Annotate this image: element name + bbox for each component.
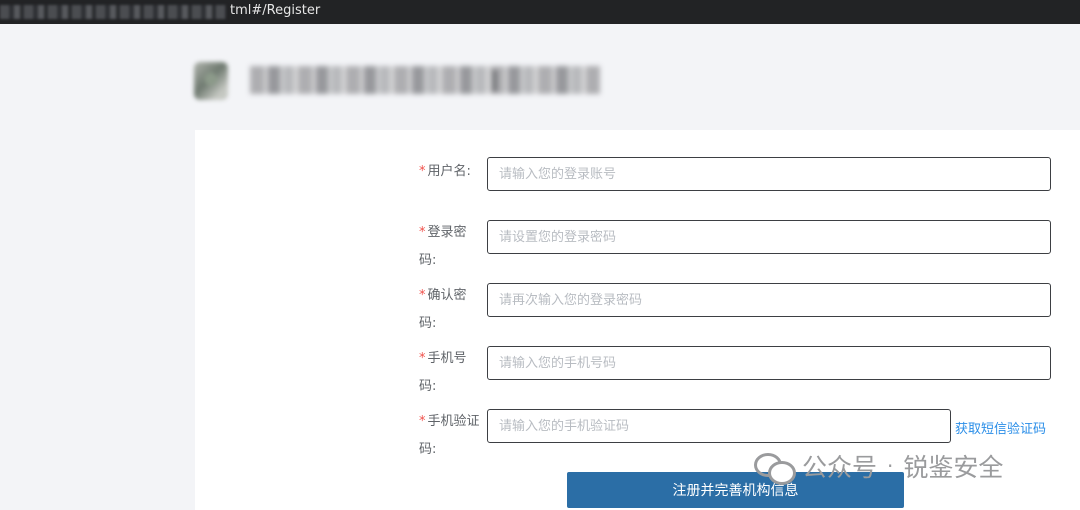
password-label: * 登录密码:: [419, 225, 467, 268]
title-separator: [493, 70, 497, 92]
username-input[interactable]: [487, 157, 1051, 191]
phone-label: * 手机号码:: [419, 351, 467, 394]
required-mark: *: [419, 225, 426, 240]
required-mark: *: [419, 351, 426, 366]
get-sms-code-link[interactable]: 获取短信验证码: [955, 418, 1046, 437]
required-mark: *: [419, 288, 426, 303]
url-text: tml#/Register: [230, 3, 321, 18]
watermark-left-text: 公众号: [802, 453, 878, 482]
browser-address-bar[interactable]: tml#/Register: [0, 0, 1080, 28]
wechat-icon: [754, 449, 796, 485]
password-input[interactable]: [487, 220, 1051, 254]
watermark-right-text: 锐鉴安全: [903, 453, 1004, 482]
page-top-strip: [0, 24, 1080, 30]
sms-code-label: * 手机验证码:: [419, 414, 480, 457]
phone-input[interactable]: [487, 346, 1051, 380]
confirm-password-input[interactable]: [487, 283, 1051, 317]
watermark-dot: ·: [887, 454, 894, 478]
required-mark: *: [419, 414, 426, 429]
redacted-url-prefix: [0, 5, 226, 19]
required-mark: *: [419, 164, 426, 179]
sms-code-input[interactable]: [487, 409, 951, 443]
confirm-password-label: * 确认密码:: [419, 288, 467, 331]
username-label: * 用户名:: [419, 164, 471, 179]
brand-logo-icon: [194, 62, 228, 100]
watermark: 公众号 · 锐鉴安全: [754, 446, 1003, 486]
redacted-brand-title: [250, 66, 600, 94]
